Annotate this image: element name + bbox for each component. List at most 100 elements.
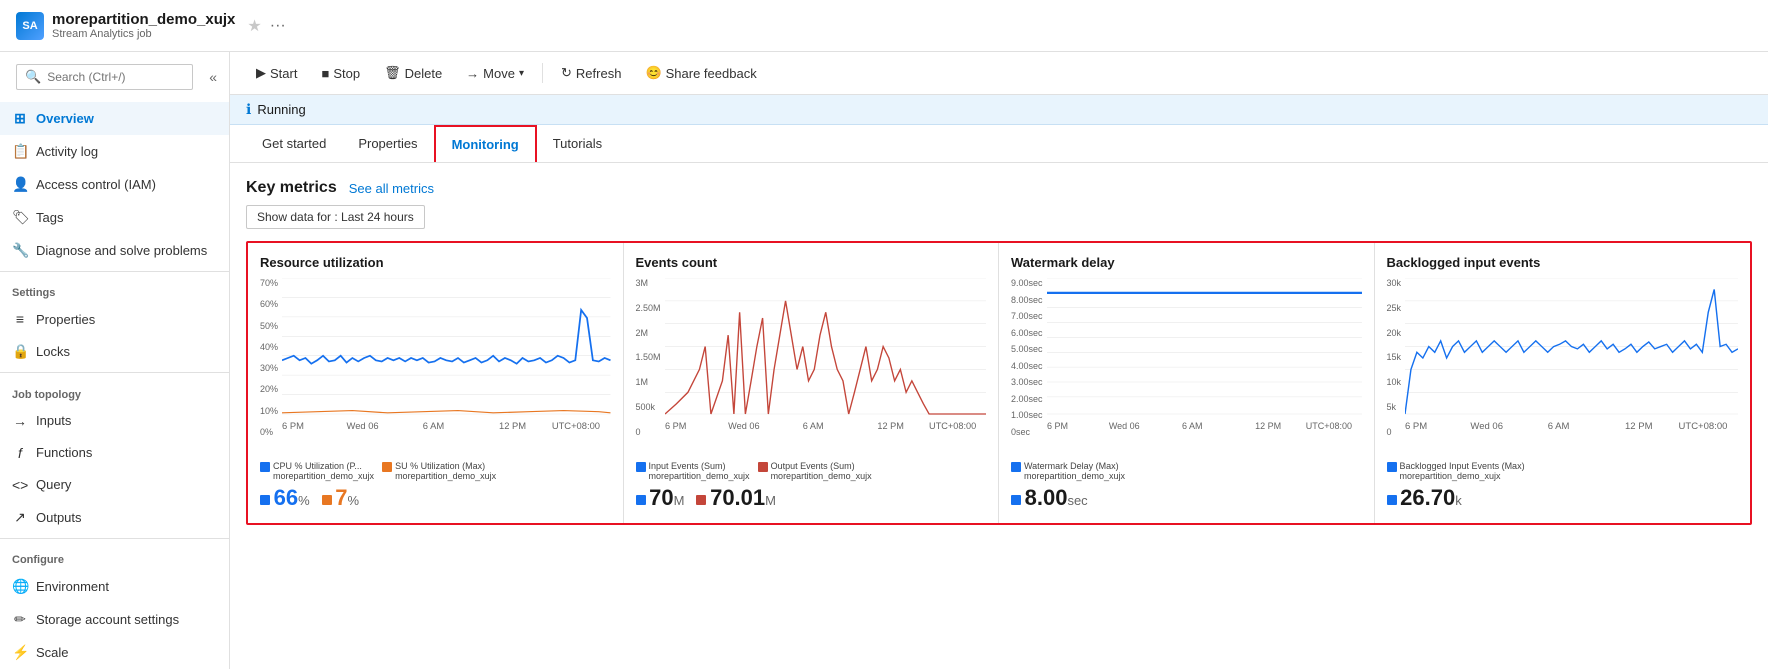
sidebar-item-label: Functions (36, 445, 92, 460)
sidebar-item-label: Inputs (36, 413, 71, 428)
sidebar-item-label: Tags (36, 210, 63, 225)
events-metric-values: 70M 70.01M (636, 485, 987, 511)
sidebar-item-label: Environment (36, 579, 109, 594)
environment-icon: 🌐 (12, 578, 28, 595)
sidebar-item-properties[interactable]: ≡ Properties (0, 303, 229, 335)
tab-get-started[interactable]: Get started (246, 126, 342, 163)
move-chevron-icon: ▾ (519, 68, 524, 79)
sidebar-item-label: Properties (36, 312, 95, 327)
watermark-metric-values: 8.00sec (1011, 485, 1362, 511)
tabs-bar: Get started Properties Monitoring Tutori… (230, 125, 1768, 163)
resource-subtitle: Stream Analytics job (52, 28, 235, 40)
backlogged-chart: 6 PM Wed 06 6 AM 12 PM UTC+08:00 (1405, 278, 1738, 438)
stop-button[interactable]: ■ Stop (311, 61, 370, 86)
svg-text:6 AM: 6 AM (1182, 421, 1202, 431)
sidebar-item-environment[interactable]: 🌐 Environment (0, 570, 229, 603)
delete-button[interactable]: 🗑 Delete (374, 60, 452, 86)
status-bar: ℹ Running (230, 95, 1768, 125)
delete-icon: 🗑 (384, 65, 401, 81)
chart-title-backlogged: Backlogged input events (1387, 255, 1739, 270)
tab-properties[interactable]: Properties (342, 126, 433, 163)
svg-text:6 PM: 6 PM (282, 421, 304, 431)
search-input[interactable] (47, 70, 184, 84)
header-info: morepartition_demo_xujx Stream Analytics… (52, 11, 235, 40)
svg-text:12 PM: 12 PM (1625, 421, 1652, 431)
data-filter-button[interactable]: Show data for : Last 24 hours (246, 205, 425, 229)
status-text: Running (257, 102, 305, 117)
sidebar-item-outputs[interactable]: ↗ Outputs (0, 501, 229, 534)
page-content: Key metrics See all metrics Show data fo… (230, 163, 1768, 541)
sidebar-item-diagnose[interactable]: 🔧 Diagnose and solve problems (0, 234, 229, 267)
backlogged-metric-values: 26.70k (1387, 485, 1739, 511)
events-count-card: Events count 3M 2.50M 2M 1.50M 1M 500k 0 (624, 243, 1000, 523)
filter-label: Show data for : Last 24 hours (257, 210, 414, 224)
see-all-metrics-link[interactable]: See all metrics (349, 181, 434, 196)
move-label: Move (483, 66, 515, 81)
chart-title-watermark: Watermark delay (1011, 255, 1362, 270)
refresh-button[interactable]: ↻ Refresh (551, 60, 631, 86)
share-label: Share feedback (666, 66, 757, 81)
sidebar-item-functions[interactable]: f Functions (0, 437, 229, 469)
search-icon: 🔍 (25, 69, 41, 85)
sidebar-item-access-control[interactable]: 👤 Access control (IAM) (0, 168, 229, 201)
status-icon: ℹ (246, 101, 251, 118)
sidebar-item-label: Storage account settings (36, 612, 179, 627)
sidebar-item-label: Locks (36, 344, 70, 359)
share-icon: 😊 (645, 65, 661, 81)
resource-legend: CPU % Utilization (P...morepartition_dem… (260, 461, 611, 481)
start-button[interactable]: ▶ Start (246, 60, 307, 86)
sidebar-item-locks[interactable]: 🔒 Locks (0, 335, 229, 368)
svg-text:6 PM: 6 PM (1405, 421, 1427, 431)
tab-tutorials[interactable]: Tutorials (537, 126, 618, 163)
activity-log-icon: 📋 (12, 143, 28, 160)
sidebar-item-label: Access control (IAM) (36, 177, 156, 192)
collapse-sidebar-button[interactable]: « (205, 65, 221, 89)
events-legend: Input Events (Sum)morepartition_demo_xuj… (636, 461, 987, 481)
watermark-legend: Watermark Delay (Max)morepartition_demo_… (1011, 461, 1362, 481)
refresh-label: Refresh (576, 66, 622, 81)
sidebar-item-tags[interactable]: 🏷 Tags (0, 201, 229, 234)
toolbar: ▶ Start ■ Stop 🗑 Delete → Move ▾ ↻ Refre… (230, 52, 1768, 95)
share-feedback-button[interactable]: 😊 Share feedback (635, 60, 766, 86)
tags-icon: 🏷 (12, 209, 28, 226)
job-topology-section-label: Job topology (0, 377, 229, 405)
svg-text:UTC+08:00: UTC+08:00 (1305, 421, 1351, 431)
start-icon: ▶ (256, 65, 266, 81)
favorite-icon[interactable]: ★ (247, 16, 261, 36)
sidebar-item-inputs[interactable]: → Inputs (0, 405, 229, 437)
svg-text:12 PM: 12 PM (499, 421, 526, 431)
move-button[interactable]: → Move ▾ (456, 61, 534, 86)
svg-text:6 PM: 6 PM (665, 421, 686, 431)
search-box[interactable]: 🔍 (16, 64, 193, 90)
app-icon: SA (16, 12, 44, 40)
scale-icon: ⚡ (12, 644, 28, 661)
sidebar-item-label: Activity log (36, 144, 98, 159)
content-area: ▶ Start ■ Stop 🗑 Delete → Move ▾ ↻ Refre… (230, 52, 1768, 669)
sidebar-item-storage-account[interactable]: ✏ Storage account settings (0, 603, 229, 636)
events-count-chart: 6 PM Wed 06 6 AM 12 PM UTC+08:00 (665, 278, 986, 438)
resource-title: morepartition_demo_xujx (52, 11, 235, 28)
stop-icon: ■ (321, 66, 329, 81)
top-header: SA morepartition_demo_xujx Stream Analyt… (0, 0, 1768, 52)
more-options-icon[interactable]: ··· (270, 17, 286, 35)
sidebar-item-query[interactable]: <> Query (0, 469, 229, 501)
delete-label: Delete (405, 66, 443, 81)
toolbar-separator (542, 63, 543, 83)
sidebar-item-label: Outputs (36, 510, 82, 525)
svg-text:UTC+08:00: UTC+08:00 (929, 421, 976, 431)
properties-icon: ≡ (12, 311, 28, 327)
svg-text:UTC+08:00: UTC+08:00 (1679, 421, 1728, 431)
svg-text:12 PM: 12 PM (1255, 421, 1281, 431)
sidebar-item-activity-log[interactable]: 📋 Activity log (0, 135, 229, 168)
tab-monitoring[interactable]: Monitoring (434, 125, 537, 162)
chart-title-events: Events count (636, 255, 987, 270)
charts-grid: Resource utilization 70% 60% 50% 40% 30%… (246, 241, 1752, 525)
storage-icon: ✏ (12, 611, 28, 628)
start-label: Start (270, 66, 297, 81)
resource-utilization-chart: 6 PM Wed 06 6 AM 12 PM UTC+08:00 (282, 278, 610, 438)
svg-text:UTC+08:00: UTC+08:00 (552, 421, 600, 431)
backlogged-input-card: Backlogged input events 30k 25k 20k 15k … (1375, 243, 1751, 523)
sidebar-item-overview[interactable]: ⊞ Overview (0, 102, 229, 135)
sidebar-item-scale[interactable]: ⚡ Scale (0, 636, 229, 669)
svg-text:Wed 06: Wed 06 (1108, 421, 1139, 431)
